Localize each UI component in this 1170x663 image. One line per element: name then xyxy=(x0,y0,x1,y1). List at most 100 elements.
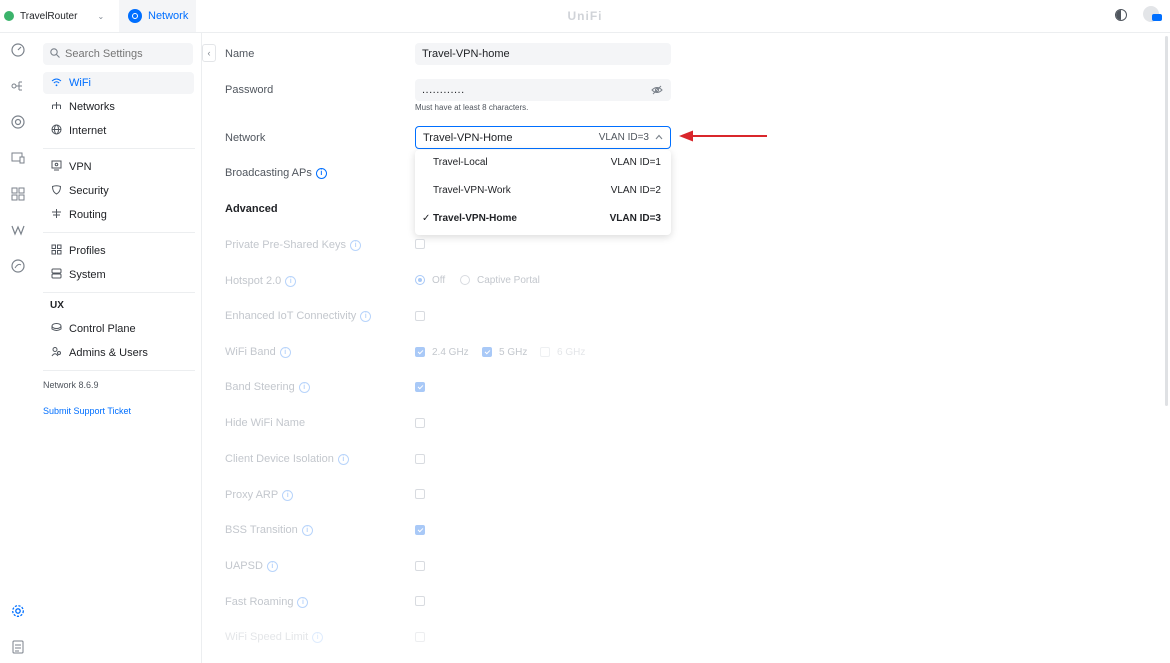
network-option-name: Travel-Local xyxy=(433,156,488,168)
shield-icon xyxy=(50,184,62,198)
hotspot-off-label: Off xyxy=(432,275,446,286)
settings-sidebar: WiFi Networks Internet VPN Security Rout… xyxy=(36,33,202,663)
name-input[interactable] xyxy=(422,48,642,60)
info-icon[interactable]: i xyxy=(301,524,313,536)
routing-icon xyxy=(50,208,62,222)
alarm-icon[interactable] xyxy=(11,259,25,273)
info-icon[interactable]: i xyxy=(350,239,362,251)
app-tab-network[interactable]: Network xyxy=(119,0,196,32)
hotspot-captive-radio[interactable] xyxy=(460,275,470,285)
support-link[interactable]: Submit Support Ticket xyxy=(43,406,131,416)
password-field[interactable]: ............ xyxy=(415,79,671,101)
hotspot-captive-label: Captive Portal xyxy=(477,275,540,286)
sidebar-section-ux: UX xyxy=(50,300,64,311)
sidebar-item-admins-users[interactable]: Admins & Users xyxy=(43,342,194,364)
info-icon[interactable]: i xyxy=(285,275,297,287)
network-label: Network xyxy=(225,132,266,144)
control-plane-icon xyxy=(50,322,62,336)
info-icon[interactable]: i xyxy=(315,167,327,179)
band-steering-label: Band Steering i xyxy=(225,381,310,393)
hotspot-off-radio[interactable] xyxy=(415,275,425,285)
info-icon[interactable]: i xyxy=(312,631,324,643)
broadcasting-aps-label: Broadcasting APs i xyxy=(225,167,327,179)
site-selector[interactable]: TravelRouter ⌄ xyxy=(4,0,104,32)
info-icon[interactable]: i xyxy=(297,596,309,608)
sidebar-item-wifi[interactable]: WiFi xyxy=(43,72,194,94)
site-name: TravelRouter xyxy=(20,10,78,22)
band-steering-checkbox[interactable] xyxy=(415,382,425,392)
password-value: ............ xyxy=(422,84,465,96)
ports-icon[interactable] xyxy=(11,187,25,201)
sidebar-item-system[interactable]: System xyxy=(43,264,194,286)
profiles-icon xyxy=(50,244,62,258)
hide-password-icon[interactable] xyxy=(651,84,663,96)
uapsd-checkbox[interactable] xyxy=(415,561,425,571)
client-isolation-checkbox[interactable] xyxy=(415,454,425,464)
network-select[interactable]: Travel-VPN-Home VLAN ID=3 xyxy=(415,126,671,149)
wifi-speed-limit-checkbox[interactable] xyxy=(415,632,425,642)
name-field[interactable] xyxy=(415,43,671,65)
client-isolation-label: Client Device Isolation i xyxy=(225,453,349,465)
iot-checkbox[interactable] xyxy=(415,311,425,321)
network-option-name: Travel-VPN-Work xyxy=(433,184,511,196)
info-icon[interactable]: i xyxy=(360,310,372,322)
ppsk-checkbox[interactable] xyxy=(415,239,425,249)
sidebar-item-vpn[interactable]: VPN xyxy=(43,156,194,178)
bss-transition-checkbox[interactable] xyxy=(415,525,425,535)
clients-icon[interactable] xyxy=(11,151,25,165)
sidebar-item-label: Security xyxy=(69,185,109,197)
wifi-band-label: WiFi Band i xyxy=(225,346,291,358)
chevron-down-icon: ⌄ xyxy=(97,11,105,21)
sidebar-divider xyxy=(43,370,195,371)
proxy-arp-checkbox[interactable] xyxy=(415,489,425,499)
notes-icon[interactable] xyxy=(11,640,25,654)
networks-icon xyxy=(50,101,62,114)
network-option-travel-local[interactable]: Travel-Local VLAN ID=1 xyxy=(415,150,671,174)
info-icon[interactable]: i xyxy=(282,489,294,501)
sidebar-item-label: Networks xyxy=(69,101,115,113)
insights-icon[interactable] xyxy=(11,223,25,237)
collapse-sidebar-button[interactable]: ‹ xyxy=(202,44,216,62)
network-option-vlan: VLAN ID=2 xyxy=(610,184,661,196)
sidebar-item-label: Control Plane xyxy=(69,323,136,335)
checkmark-icon: ✓ xyxy=(422,212,431,224)
network-option-travel-vpn-work[interactable]: Travel-VPN-Work VLAN ID=2 xyxy=(415,178,671,202)
sidebar-item-networks[interactable]: Networks xyxy=(43,96,194,118)
band-5-checkbox[interactable] xyxy=(482,347,492,357)
devices-icon[interactable] xyxy=(11,115,25,129)
top-bar: TravelRouter ⌄ Network UniFi xyxy=(0,0,1170,33)
settings-gear-icon[interactable] xyxy=(11,604,25,618)
sidebar-item-security[interactable]: Security xyxy=(43,180,194,202)
hide-wifi-name-checkbox[interactable] xyxy=(415,418,425,428)
chevron-left-icon: ‹ xyxy=(207,48,211,58)
search-box[interactable] xyxy=(43,43,193,65)
sidebar-item-routing[interactable]: Routing xyxy=(43,204,194,226)
page-scrollbar[interactable] xyxy=(1165,36,1168,406)
topology-icon[interactable] xyxy=(11,79,25,93)
network-option-vlan: VLAN ID=1 xyxy=(610,156,661,168)
info-icon[interactable]: i xyxy=(266,560,278,572)
wifi-speed-limit-label: WiFi Speed Limit i xyxy=(225,631,324,643)
sidebar-item-profiles[interactable]: Profiles xyxy=(43,240,194,262)
search-input[interactable] xyxy=(65,48,185,60)
sidebar-item-control-plane[interactable]: Control Plane xyxy=(43,318,194,340)
band-24-checkbox[interactable] xyxy=(415,347,425,357)
app-version: Network 8.6.9 xyxy=(43,380,99,390)
iot-label: Enhanced IoT Connectivity i xyxy=(225,310,372,322)
dashboard-icon[interactable] xyxy=(11,43,25,57)
password-label: Password xyxy=(225,84,274,96)
advanced-heading: Advanced xyxy=(225,203,278,215)
sidebar-item-label: Routing xyxy=(69,209,107,221)
info-icon[interactable]: i xyxy=(337,453,349,465)
info-icon[interactable]: i xyxy=(298,381,310,393)
sidebar-item-internet[interactable]: Internet xyxy=(43,120,194,142)
network-option-travel-vpn-home[interactable]: ✓ Travel-VPN-Home VLAN ID=3 xyxy=(415,206,671,230)
users-icon xyxy=(50,346,62,360)
network-option-name: Travel-VPN-Home xyxy=(433,212,517,224)
info-icon[interactable]: i xyxy=(279,346,291,358)
chevron-up-icon xyxy=(655,133,663,142)
sidebar-item-label: Internet xyxy=(69,125,107,137)
theme-toggle-icon[interactable] xyxy=(1115,9,1127,21)
band-24-label: 2.4 GHz xyxy=(432,347,469,358)
fast-roaming-checkbox[interactable] xyxy=(415,596,425,606)
